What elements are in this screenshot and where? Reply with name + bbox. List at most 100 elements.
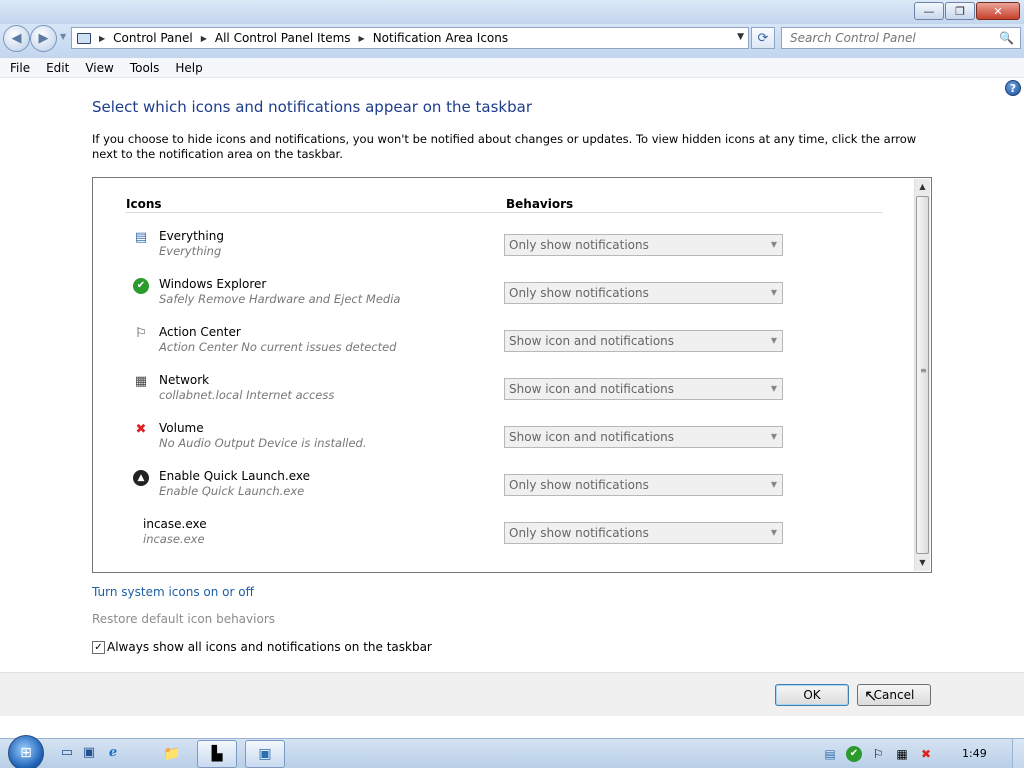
behavior-value: Show icon and notifications <box>509 382 675 396</box>
header-divider <box>126 212 882 213</box>
item-name: Action Center <box>159 325 241 339</box>
item-name: Volume <box>159 421 204 435</box>
always-show-label[interactable]: Always show all icons and notifications … <box>107 640 432 654</box>
taskbar-button-control-panel[interactable]: ▙ <box>197 740 237 768</box>
breadcrumb-control-panel[interactable]: Control Panel <box>113 31 193 45</box>
forward-arrow-icon: ▶ <box>38 31 49 46</box>
column-header-behaviors: Behaviors <box>506 197 574 211</box>
search-box[interactable]: 🔍 <box>781 27 1021 49</box>
behavior-select[interactable]: Show icon and notifications ▼ <box>504 426 783 448</box>
breadcrumb-separator-icon[interactable]: ▶ <box>201 34 207 43</box>
breadcrumb-separator-icon[interactable]: ▶ <box>359 34 365 43</box>
menu-file[interactable]: File <box>0 61 36 75</box>
refresh-button[interactable]: ⟳ <box>751 27 775 49</box>
list-item: ⚐ Action Center Action Center No current… <box>93 325 893 374</box>
item-description: Everything <box>159 244 222 258</box>
item-name: Network <box>159 373 210 387</box>
behavior-value: Show icon and notifications <box>509 334 675 348</box>
always-show-checkbox-row[interactable]: ✓ Always show all icons and notification… <box>92 640 432 654</box>
item-description: incase.exe <box>143 532 205 546</box>
taskbar-button-explorer[interactable]: 📁 <box>152 740 192 768</box>
quick-launch-icon: ▲ <box>133 470 149 486</box>
list-item: ✖ Volume No Audio Output Device is insta… <box>93 421 893 470</box>
ok-button[interactable]: OK <box>775 684 849 706</box>
scroll-up-icon[interactable]: ▲ <box>915 179 930 195</box>
menu-help[interactable]: Help <box>165 61 208 75</box>
menu-edit[interactable]: Edit <box>36 61 75 75</box>
scroll-thumb[interactable]: ≡ <box>916 196 929 554</box>
column-header-icons: Icons <box>126 197 162 211</box>
everything-icon: ▤ <box>134 230 148 245</box>
behavior-select[interactable]: Show icon and notifications ▼ <box>504 330 783 352</box>
network-tray-icon[interactable]: ▦ <box>894 746 910 762</box>
behavior-value: Only show notifications <box>509 478 649 492</box>
scroll-down-icon[interactable]: ▼ <box>915 555 930 571</box>
internet-explorer-icon[interactable]: ℯ <box>104 745 122 761</box>
start-button[interactable]: ⊞ <box>8 735 44 768</box>
refresh-icon: ⟳ <box>757 30 769 46</box>
chevron-down-icon: ▼ <box>770 336 777 345</box>
list-item: ✔ Windows Explorer Safely Remove Hardwar… <box>93 277 893 326</box>
back-button[interactable]: ◀ <box>3 25 30 52</box>
menu-bar: File Edit View Tools Help <box>0 58 1024 78</box>
list-item: ▲ Enable Quick Launch.exe Enable Quick L… <box>93 469 893 518</box>
taskbar-button-app[interactable]: ▣ <box>245 740 285 768</box>
address-bar[interactable]: ▶ Control Panel ▶ All Control Panel Item… <box>71 27 749 49</box>
behavior-select[interactable]: Show icon and notifications ▼ <box>504 378 783 400</box>
minimize-button[interactable]: — <box>914 2 944 20</box>
search-icon[interactable]: 🔍 <box>999 31 1014 45</box>
mouse-cursor-icon: ↖ <box>864 686 878 705</box>
caption-buttons: — ❐ ✕ <box>914 2 1020 20</box>
search-input[interactable] <box>782 28 992 48</box>
behavior-value: Only show notifications <box>509 238 649 252</box>
forward-button[interactable]: ▶ <box>30 25 57 52</box>
breadcrumb-all-items[interactable]: All Control Panel Items <box>215 31 351 45</box>
list-item: ▦ Network collabnet.local Internet acces… <box>93 373 893 422</box>
item-description: Enable Quick Launch.exe <box>159 484 305 498</box>
turn-system-icons-link[interactable]: Turn system icons on or off <box>92 585 254 599</box>
item-name: Enable Quick Launch.exe <box>159 469 310 483</box>
breadcrumb-notification-area[interactable]: Notification Area Icons <box>373 31 508 45</box>
chevron-down-icon: ▼ <box>770 528 777 537</box>
icons-list-panel: Icons Behaviors ▤ Everything Everything … <box>92 177 932 573</box>
close-button[interactable]: ✕ <box>976 2 1020 20</box>
computer-icon <box>77 32 91 44</box>
behavior-value: Only show notifications <box>509 286 649 300</box>
flag-icon: ⚐ <box>135 326 147 341</box>
always-show-checkbox[interactable]: ✓ <box>92 640 105 654</box>
item-name: Windows Explorer <box>159 277 267 291</box>
address-dropdown-icon[interactable]: ▼ <box>737 32 744 42</box>
taskbar: ⊞ ▭ ▣ ℯ 📁 ▙ ▣ ▤ ✔ ⚐ ▦ ✖ 1:49 <box>0 735 1024 768</box>
item-description: collabnet.local Internet access <box>159 388 335 402</box>
everything-tray-icon[interactable]: ▤ <box>822 746 838 762</box>
clock[interactable]: 1:49 <box>962 747 987 760</box>
list-item: ▤ Everything Everything Only show notifi… <box>93 229 893 278</box>
switch-windows-icon[interactable]: ▣ <box>80 745 98 761</box>
chevron-down-icon: ▼ <box>770 240 777 249</box>
recent-pages-dropdown[interactable]: ▼ <box>60 32 66 41</box>
list-item: incase.exe incase.exe Only show notifica… <box>93 517 893 566</box>
chevron-down-icon: ▼ <box>770 288 777 297</box>
maximize-button[interactable]: ❐ <box>945 2 975 20</box>
behavior-select[interactable]: Only show notifications ▼ <box>504 234 783 256</box>
explorer-folder-icon: 📁 <box>163 746 181 762</box>
action-center-tray-icon[interactable]: ⚐ <box>870 746 886 762</box>
show-desktop-icon[interactable]: ▭ <box>58 745 76 761</box>
show-desktop-button[interactable] <box>1012 739 1024 768</box>
behavior-select[interactable]: Only show notifications ▼ <box>504 282 783 304</box>
menu-view[interactable]: View <box>75 61 119 75</box>
help-icon[interactable]: ? <box>1005 80 1021 96</box>
app-window-icon: ▣ <box>258 746 272 762</box>
safely-remove-tray-icon[interactable]: ✔ <box>846 746 862 762</box>
vertical-scrollbar[interactable]: ▲ ≡ ▼ <box>914 179 930 571</box>
breadcrumb-separator-icon[interactable]: ▶ <box>99 34 105 43</box>
volume-tray-icon[interactable]: ✖ <box>918 746 934 762</box>
item-name: incase.exe <box>143 517 207 531</box>
behavior-select[interactable]: Only show notifications ▼ <box>504 474 783 496</box>
grip-icon: ≡ <box>920 366 927 375</box>
behavior-select[interactable]: Only show notifications ▼ <box>504 522 783 544</box>
chevron-down-icon: ▼ <box>770 384 777 393</box>
menu-tools[interactable]: Tools <box>120 61 166 75</box>
item-description: No Audio Output Device is installed. <box>159 436 367 450</box>
title-bar: — ❐ ✕ <box>0 0 1024 24</box>
